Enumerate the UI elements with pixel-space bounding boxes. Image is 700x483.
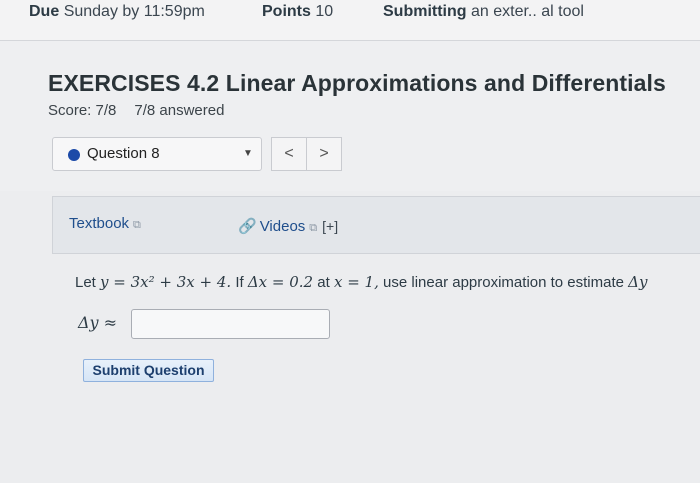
videos-link[interactable]: 🔗 Videos ⧉ [+] [238, 217, 338, 235]
submitting-label: Submitting [383, 3, 467, 20]
points: Points 10 [262, 3, 333, 21]
chevron-down-icon: ▼ [243, 148, 253, 159]
page-title: EXERCISES 4.2 Linear Approximations and … [48, 70, 666, 96]
question-select-label: Question 8 [87, 145, 160, 162]
question-at: at [317, 274, 330, 291]
question-mid: If [235, 274, 244, 291]
external-link-icon: ⧉ [309, 222, 318, 234]
points-label: Points [262, 3, 311, 20]
videos-label: Videos [259, 218, 306, 235]
answered-count: 7/8 answered [134, 102, 225, 119]
score-line: Score: 7/8 7/8 answered [48, 102, 242, 119]
question-select[interactable]: Question 8 ▼ [52, 137, 262, 171]
paperclip-icon: 🔗 [238, 218, 257, 235]
textbook-label: Textbook [69, 215, 130, 232]
assignment-details-bar: Due Sunday by 11:59pm Points 10 Submitti… [0, 0, 700, 41]
external-link-icon: ⧉ [133, 219, 141, 231]
points-value: 10 [315, 3, 334, 20]
delta-x-expression: Δx = 0.2 [247, 273, 314, 291]
submitting-value: an exter.. al tool [471, 3, 584, 20]
textbook-link[interactable]: Textbook ⧉ [69, 215, 141, 232]
answer-input[interactable] [131, 309, 330, 339]
help-panel: Textbook ⧉ 🔗 Videos ⧉ [+] [52, 196, 700, 254]
function-expression: y = 3x² + 3x + 4. [100, 273, 232, 291]
due-value: Sunday by 11:59pm [63, 3, 205, 20]
due-date: Due Sunday by 11:59pm [29, 3, 205, 21]
question-tail: use linear approximation to estimate [383, 274, 624, 291]
expand-videos-button[interactable]: [+] [322, 218, 338, 234]
question-status-dot-icon [68, 149, 80, 161]
question-prefix: Let [75, 274, 96, 291]
answer-label: Δy ≈ [78, 313, 118, 332]
question-text: Let y = 3x² + 3x + 4. If Δx = 0.2 at x =… [75, 273, 647, 291]
x-value-expression: x = 1, [333, 273, 379, 291]
delta-y-expression: Δy [628, 273, 648, 291]
due-label: Due [29, 3, 60, 20]
score: Score: 7/8 [48, 102, 117, 119]
submit-question-button[interactable]: Submit Question [83, 359, 214, 382]
next-question-button[interactable]: > [306, 137, 342, 171]
prev-question-button[interactable]: < [271, 137, 307, 171]
submitting: Submitting an exter.. al tool [383, 3, 584, 21]
